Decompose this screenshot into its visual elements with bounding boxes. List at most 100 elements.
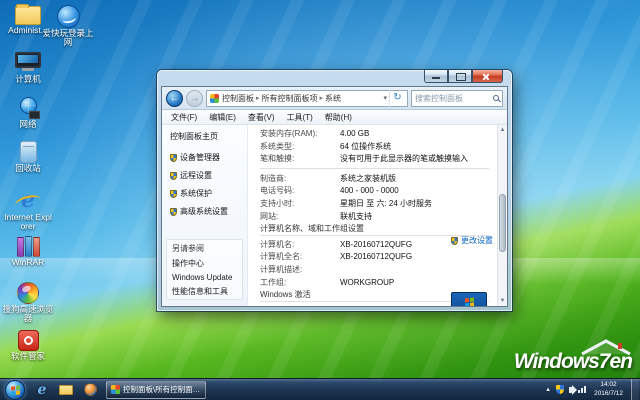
windows-flag-icon bbox=[11, 385, 20, 395]
desktop-icon-label: 网络 bbox=[2, 120, 54, 129]
desktop-icon-winrar[interactable]: WinRAR bbox=[2, 236, 54, 267]
menu-bar: 文件(F) 编辑(E) 查看(V) 工具(T) 帮助(H) bbox=[162, 110, 507, 125]
desktop-icon-label: Internet Explorer bbox=[2, 213, 54, 232]
windows7-watermark: Windows7en bbox=[514, 350, 632, 374]
roof-icon bbox=[580, 338, 632, 356]
action-center-icon[interactable] bbox=[556, 385, 564, 394]
info-value: WORKGROUP bbox=[340, 278, 489, 288]
breadcrumb-current[interactable]: 系统 bbox=[325, 93, 341, 104]
system-window: ← → 控制面板 ▸ 所有控制面板项 ▸ 系统 ▾ ↻ 文件(F) 编辑(E) … bbox=[157, 70, 512, 311]
scrollbar-thumb[interactable] bbox=[499, 194, 506, 252]
sidebar-item-system-protection[interactable]: 系统保护 bbox=[170, 188, 245, 199]
breadcrumb-root[interactable]: 控制面板 bbox=[222, 93, 254, 104]
desktop-icon-computer[interactable]: 计算机 bbox=[2, 52, 54, 84]
see-also-panel: 另请参阅 操作中心 Windows Update 性能信息和工具 bbox=[166, 239, 243, 300]
sidebar-item-remote-settings[interactable]: 远程设置 bbox=[170, 170, 245, 181]
desktop-icon-label: 回收站 bbox=[2, 164, 54, 173]
sidebar-item-label: 设备管理器 bbox=[180, 152, 220, 163]
menu-view[interactable]: 查看(V) bbox=[243, 112, 280, 123]
close-button[interactable] bbox=[472, 70, 503, 83]
task-button-label: 控制面板\所有控制面板项\系统 bbox=[123, 384, 201, 395]
uac-shield-icon bbox=[170, 208, 177, 216]
menu-edit[interactable]: 编辑(E) bbox=[204, 112, 241, 123]
sidebar-item-control-panel-home[interactable]: 控制面板主页 bbox=[170, 131, 245, 142]
info-label: 安装内存(RAM): bbox=[260, 129, 340, 139]
info-value: 4.00 GB bbox=[340, 129, 489, 139]
taskbar-item-media-player[interactable] bbox=[78, 380, 102, 400]
info-row: 制造商: 系统之家装机版 bbox=[260, 174, 489, 184]
forward-button[interactable]: → bbox=[186, 90, 203, 107]
desktop-icon-software-manager[interactable]: 软件管家 bbox=[2, 330, 54, 361]
task-pane: 控制面板主页 设备管理器 远程设置 系统保护 高级系统设置 bbox=[162, 125, 248, 306]
winrar-icon bbox=[16, 236, 40, 257]
start-button[interactable] bbox=[5, 380, 25, 400]
desktop-icon-network[interactable]: 网络 bbox=[2, 97, 54, 129]
computer-name-section: 计算机名称、域和工作组设置 更改设置 计算机名: XB-20160712QUFG… bbox=[260, 224, 489, 287]
info-label: 系统类型: bbox=[260, 142, 340, 152]
info-row: 支持小时: 星期日 至 六: 24 小时服务 bbox=[260, 199, 489, 209]
info-label: 计算机描述: bbox=[260, 265, 340, 275]
taskbar-item-internet-explorer[interactable]: e bbox=[30, 380, 54, 400]
info-row: 笔和触摸: 没有可用于此显示器的笔或触摸输入 bbox=[260, 154, 489, 164]
search-input[interactable] bbox=[415, 94, 493, 103]
info-label: 笔和触摸: bbox=[260, 154, 340, 164]
sidebar-item-label: 系统保护 bbox=[180, 188, 212, 199]
online-support-link[interactable]: 联机支持 bbox=[340, 212, 489, 222]
breadcrumb-separator-icon: ▸ bbox=[320, 94, 324, 102]
info-value: 400 - 000 - 0000 bbox=[340, 186, 489, 196]
sidebar-item-action-center[interactable]: 操作中心 bbox=[172, 258, 242, 269]
search-box bbox=[411, 90, 503, 107]
maximize-button[interactable] bbox=[448, 70, 472, 83]
search-icon[interactable] bbox=[493, 95, 499, 101]
breadcrumb-separator-icon: ▸ bbox=[256, 94, 260, 102]
minimize-button[interactable] bbox=[424, 70, 448, 83]
dial-login-icon bbox=[57, 5, 80, 28]
uac-shield-icon bbox=[451, 237, 458, 245]
change-settings-link[interactable]: 更改设置 bbox=[451, 236, 493, 246]
sidebar-item-label: 远程设置 bbox=[180, 170, 212, 181]
internet-explorer-icon: e bbox=[38, 382, 47, 398]
show-hidden-icons-button[interactable]: ▲ bbox=[545, 387, 551, 393]
refresh-icon[interactable]: ↻ bbox=[389, 90, 405, 107]
address-bar[interactable]: 控制面板 ▸ 所有控制面板项 ▸ 系统 ▾ ↻ bbox=[206, 90, 408, 107]
vertical-scrollbar[interactable]: ▲ ▼ bbox=[497, 125, 507, 306]
taskbar-clock[interactable]: 14:02 2016/7/12 bbox=[591, 381, 626, 397]
menu-tools[interactable]: 工具(T) bbox=[282, 112, 318, 123]
navigation-bar: ← → 控制面板 ▸ 所有控制面板项 ▸ 系统 ▾ ↻ bbox=[162, 87, 507, 110]
desktop-icon-recycle-bin[interactable]: 回收站 bbox=[2, 141, 54, 173]
menu-file[interactable]: 文件(F) bbox=[166, 112, 202, 123]
show-desktop-button[interactable] bbox=[631, 379, 639, 400]
sidebar-item-label: 高级系统设置 bbox=[180, 206, 228, 217]
taskbar-window-button[interactable]: 控制面板\所有控制面板项\系统 bbox=[106, 381, 206, 399]
sidebar-item-windows-update[interactable]: Windows Update bbox=[172, 273, 242, 282]
info-label: 工作组: bbox=[260, 278, 340, 288]
sidebar-item-device-manager[interactable]: 设备管理器 bbox=[170, 152, 245, 163]
taskbar-item-explorer[interactable] bbox=[54, 380, 78, 400]
info-row: 计算机描述: bbox=[260, 265, 489, 275]
sidebar-item-performance-tools[interactable]: 性能信息和工具 bbox=[172, 286, 242, 297]
desktop-icon-label: WinRAR bbox=[2, 258, 54, 267]
info-label: 计算机名: bbox=[260, 240, 340, 250]
address-dropdown-icon[interactable]: ▾ bbox=[381, 94, 389, 102]
info-label: 计算机全名: bbox=[260, 252, 340, 262]
info-label: 网站: bbox=[260, 212, 340, 222]
info-row: 计算机全名: XB-20160712QUFG bbox=[260, 252, 489, 262]
sidebar-item-advanced-settings[interactable]: 高级系统设置 bbox=[170, 206, 245, 217]
network-icon bbox=[16, 97, 40, 119]
breadcrumb-middle[interactable]: 所有控制面板项 bbox=[262, 93, 318, 104]
genuine-windows-logo[interactable]: 正版授权 单击此处可联机了解详细信息 bbox=[441, 292, 497, 306]
uac-shield-icon bbox=[170, 190, 177, 198]
desktop-icon-dial-login[interactable]: 爱快玩登录上网 bbox=[42, 5, 94, 48]
media-player-icon bbox=[84, 383, 97, 396]
desktop-icon-browser[interactable]: 搜狗高速浏览器 bbox=[2, 282, 54, 324]
windows-flag-icon bbox=[465, 297, 474, 306]
scroll-down-icon[interactable]: ▼ bbox=[498, 296, 507, 306]
menu-help[interactable]: 帮助(H) bbox=[320, 112, 357, 123]
back-button[interactable]: ← bbox=[166, 90, 183, 107]
desktop-icon-label: 搜狗高速浏览器 bbox=[2, 305, 54, 324]
section-header: 计算机名称、域和工作组设置 bbox=[260, 224, 489, 234]
change-settings-label: 更改设置 bbox=[461, 236, 493, 246]
scroll-up-icon[interactable]: ▲ bbox=[498, 125, 507, 135]
desktop-icon-internet-explorer[interactable]: e Internet Explorer bbox=[2, 188, 54, 232]
volume-icon[interactable] bbox=[569, 387, 573, 393]
